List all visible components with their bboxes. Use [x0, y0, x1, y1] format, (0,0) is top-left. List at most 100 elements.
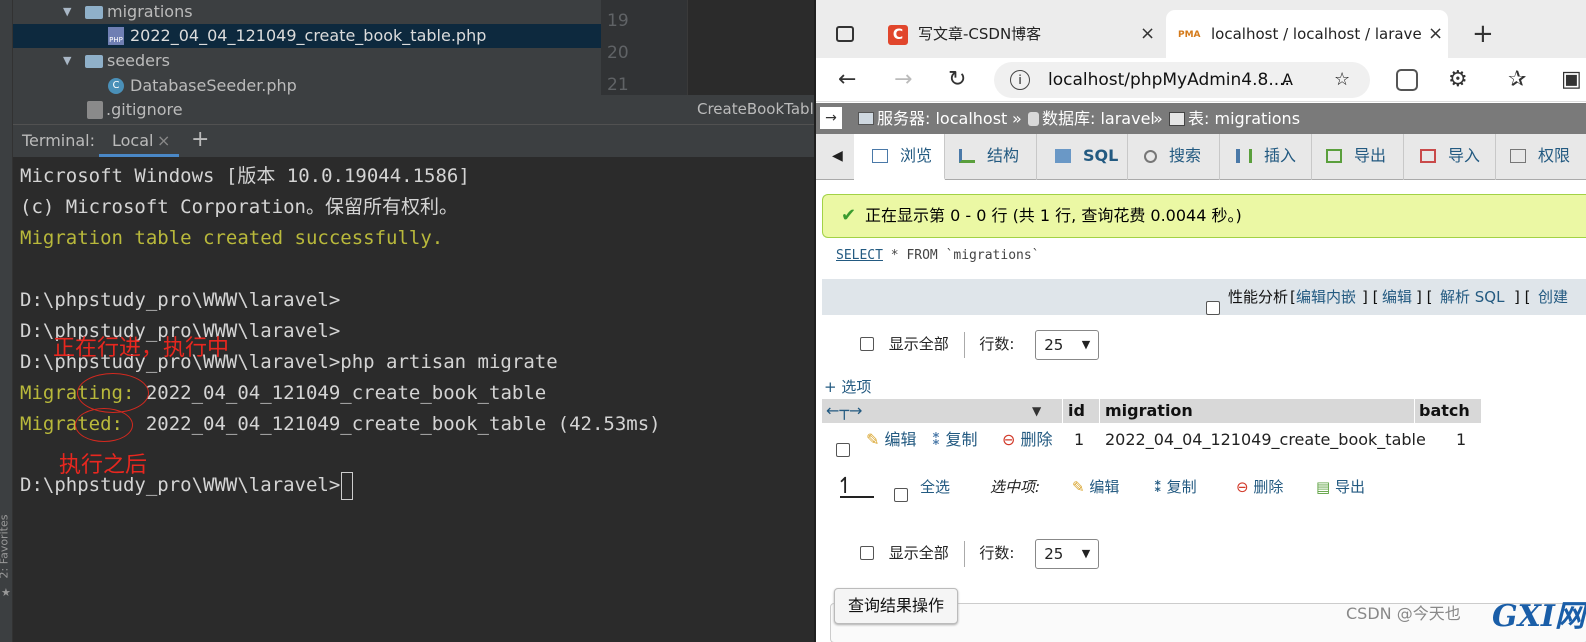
annotation-circle	[75, 408, 133, 442]
ide-window: 2: Favorites ★ ▼ migrations PHP 2022_04_…	[0, 0, 814, 642]
bulk-export-button[interactable]: ▤ 导出	[1316, 472, 1365, 502]
column-header-migration[interactable]: migration	[1100, 399, 1414, 423]
success-message: ✔ 正在显示第 0 - 0 行 (共 1 行, 查询花费 0.0044 秒。)	[822, 194, 1586, 238]
left-tool-strip: 2: Favorites ★	[0, 0, 13, 642]
browse-icon	[872, 149, 888, 163]
back-icon[interactable]: ←	[838, 66, 856, 94]
tab-privileges[interactable]: 权限	[1496, 134, 1586, 180]
table-icon	[1169, 112, 1185, 126]
tab-search[interactable]: 搜索	[1128, 134, 1220, 180]
options-link[interactable]: + 选项	[824, 376, 871, 397]
line-number: 19	[607, 11, 629, 31]
edit-link[interactable]: 编辑	[1382, 279, 1412, 315]
column-toggle-icon[interactable]: ←┬→	[826, 399, 862, 423]
line-number: 21	[607, 75, 629, 95]
row-checkbox[interactable]	[836, 433, 850, 467]
favorites-tool-label[interactable]: 2: Favorites	[0, 515, 10, 579]
browser-window: C 写文章-CSDN博客 × PMA localhost / localhost…	[814, 0, 1586, 642]
tab-import[interactable]: 导入	[1404, 134, 1496, 180]
rows-select[interactable]: 25 ▼	[1035, 538, 1100, 569]
create-php-link[interactable]: 创建	[1538, 279, 1568, 315]
tree-row-migrations[interactable]: ▼ migrations	[13, 0, 601, 24]
tab-label: SQL	[1083, 146, 1119, 165]
address-bar[interactable]: i localhost/phpMyAdmin4.8.... A ☆	[994, 62, 1370, 98]
profiling-checkbox[interactable]	[1206, 290, 1220, 326]
tree-row-seeders[interactable]: ▼ seeders	[13, 49, 601, 73]
terminal-line: (c) Microsoft Corporation。保留所有权利。	[20, 196, 458, 218]
close-icon[interactable]: ×	[1428, 10, 1443, 58]
show-all-checkbox[interactable]	[860, 337, 874, 351]
column-header-batch[interactable]: batch	[1415, 399, 1481, 423]
column-header-id[interactable]: id	[1063, 399, 1099, 423]
bulk-edit-button[interactable]: ✎ 编辑	[1072, 472, 1119, 502]
editor-pane: 19 20 21 CreateBookTable	[601, 0, 814, 124]
bulk-copy-button[interactable]: ⁑ 复制	[1154, 472, 1197, 502]
forward-icon[interactable]: →	[894, 66, 912, 94]
sql-keyword[interactable]: SELECT	[836, 248, 883, 263]
close-icon[interactable]: ×	[1140, 10, 1155, 58]
terminal-line: D:\phpstudy_pro\WWW\laravel>	[20, 289, 341, 311]
edit-inline-link[interactable]: 编辑内嵌	[1296, 279, 1356, 315]
show-all-checkbox[interactable]	[860, 546, 874, 560]
extension-icon[interactable]	[1396, 69, 1418, 91]
sort-desc-icon[interactable]: ▼	[1032, 399, 1041, 423]
browser-tab-csdn[interactable]: C 写文章-CSDN博客 ×	[876, 10, 1161, 58]
chevron-down-icon: ▼	[1081, 546, 1091, 560]
pma-favicon-icon: PMA	[1178, 30, 1201, 40]
tree-row-gitignore[interactable]: .gitignore	[13, 98, 601, 122]
select-all-link[interactable]: 全选	[920, 472, 950, 502]
annotation-running: 正在行进，执行中	[53, 336, 230, 361]
refresh-icon[interactable]: ↻	[948, 66, 966, 94]
row-edit-button[interactable]: ✎ 编辑	[866, 423, 917, 457]
pagination-top: 显示全部 行数: 25 ▼	[860, 329, 1100, 360]
breadcrumb-table[interactable]: 表: migrations	[1188, 103, 1300, 134]
project-tree: ▼ migrations PHP 2022_04_04_121049_creat…	[13, 0, 601, 124]
rows-label: 行数:	[979, 544, 1015, 562]
tab-actions-icon[interactable]	[836, 26, 854, 42]
class-icon: C	[108, 78, 124, 94]
explain-sql-link[interactable]: 解析 SQL	[1440, 279, 1504, 315]
editor-code-area[interactable]	[687, 0, 814, 95]
tab-export[interactable]: 导出	[1312, 134, 1404, 180]
row-delete-button[interactable]: ⊖ 删除	[1002, 423, 1053, 457]
tree-row-seeder-file[interactable]: C DatabaseSeeder.php	[13, 74, 601, 98]
breadcrumb-server[interactable]: 服务器: localhost	[877, 103, 1007, 134]
cell-batch: 1	[1456, 430, 1467, 449]
close-icon[interactable]: ×	[157, 131, 170, 150]
chevron-down-icon: ▼	[1081, 337, 1091, 351]
scroll-left-icon[interactable]: ◀	[832, 148, 843, 164]
read-aloud-icon[interactable]: A	[1282, 62, 1293, 98]
caret-down-icon[interactable]: ▼	[63, 0, 71, 24]
breadcrumb-db[interactable]: 数据库: laravel	[1042, 103, 1155, 134]
terminal-tab-local[interactable]: Local ×	[99, 125, 179, 157]
favorites-icon[interactable]: ✰	[1508, 66, 1526, 94]
table-row: ✎ 编辑 ⁑ 复制 ⊖ 删除 1 2022_04_04_121049_creat…	[822, 423, 1482, 457]
tab-insert[interactable]: 插入	[1220, 134, 1312, 180]
tree-row-selected-file[interactable]: PHP 2022_04_04_121049_create_book_table.…	[13, 24, 601, 48]
new-tab-button[interactable]: +	[1472, 16, 1494, 52]
tab-browse[interactable]: 浏览	[854, 134, 945, 180]
terminal-output[interactable]: Microsoft Windows [版本 10.0.19044.1586] (…	[13, 157, 814, 642]
row-copy-button[interactable]: ⁑ 复制	[932, 423, 977, 457]
add-favorite-icon[interactable]: ☆	[1334, 62, 1350, 98]
editor-file-label[interactable]: CreateBookTable	[697, 95, 814, 124]
select-all-checkbox[interactable]	[894, 480, 908, 510]
tab-sql[interactable]: SQL	[1037, 134, 1128, 180]
tab-structure[interactable]: 结构	[945, 134, 1037, 180]
annotation-circle	[77, 373, 149, 413]
collections-icon[interactable]: ▣	[1561, 66, 1582, 94]
caret-down-icon[interactable]: ▼	[63, 49, 71, 73]
info-icon[interactable]: i	[1010, 70, 1030, 90]
browser-tab-phpmyadmin[interactable]: PMA localhost / localhost / laravel / m …	[1166, 10, 1448, 58]
export-icon	[1326, 149, 1342, 163]
rows-select[interactable]: 25 ▼	[1035, 329, 1100, 360]
bulk-delete-button[interactable]: ⊖ 删除	[1236, 472, 1283, 502]
rows-value: 25	[1044, 544, 1064, 563]
add-terminal-button[interactable]: +	[191, 127, 209, 152]
puzzle-icon[interactable]: ⚙	[1448, 66, 1468, 94]
breadcrumb-sep: »	[1012, 109, 1022, 128]
database-icon	[1028, 112, 1039, 126]
collapse-nav-icon[interactable]: →	[820, 107, 842, 129]
text-cursor	[341, 471, 354, 500]
bulk-export-label: 导出	[1334, 478, 1365, 496]
